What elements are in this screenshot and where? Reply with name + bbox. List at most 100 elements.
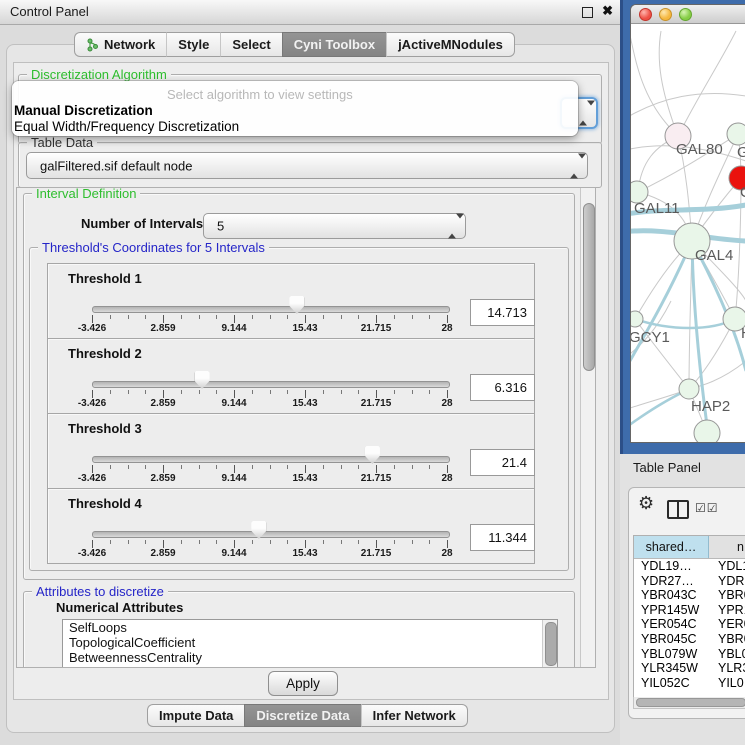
network-canvas[interactable]: GAL80 GA GAL11 GAL4 GCY1 H HAP2 C xyxy=(631,23,745,442)
table-body: YDL19…YDL1YDR27…YDR2YBR043CYBR0YPR145WYP… xyxy=(634,559,745,690)
table-row[interactable]: YIL052CYIL0 xyxy=(634,676,745,691)
close-traffic-light-icon[interactable] xyxy=(639,8,652,21)
number-of-intervals-combobox[interactable]: 5 xyxy=(203,213,466,239)
table-row[interactable]: YDL19…YDL1 xyxy=(634,559,745,574)
network-icon xyxy=(86,38,99,52)
tab-cyni-toolbox[interactable]: Cyni Toolbox xyxy=(282,32,386,57)
threshold-value-field[interactable]: 21.4 xyxy=(470,449,535,476)
table-cell[interactable]: YBL0 xyxy=(709,647,745,662)
tick-mark xyxy=(358,540,359,544)
checkbox-columns-icon[interactable]: ☑☑ xyxy=(695,501,719,515)
tab-discretize-data[interactable]: Discretize Data xyxy=(244,704,360,727)
tab-jactivemnodules[interactable]: jActiveMNodules xyxy=(386,32,515,57)
table-row[interactable]: YBR045CYBR0 xyxy=(634,632,745,647)
table-row[interactable]: YDR27…YDR2 xyxy=(634,574,745,589)
tick-mark xyxy=(447,540,448,548)
vertical-scrollbar[interactable] xyxy=(580,188,595,667)
table-row[interactable]: YPR145WYPR1 xyxy=(634,603,745,618)
slider-track[interactable] xyxy=(92,381,450,388)
table-cell[interactable]: YDL19… xyxy=(634,559,709,574)
algorithm-dropdown-popup: Select algorithm to view settings Manual… xyxy=(12,81,578,136)
table-cell[interactable]: YBR0 xyxy=(709,588,745,603)
tab-network[interactable]: Network xyxy=(74,32,166,57)
tab-label: Impute Data xyxy=(159,708,233,723)
tab-style[interactable]: Style xyxy=(166,32,220,57)
table-cell[interactable]: YPR145W xyxy=(634,603,709,618)
table-cell[interactable]: YIL0 xyxy=(709,676,745,691)
tick-mark xyxy=(145,390,146,394)
table-cell[interactable]: YER054C xyxy=(634,617,709,632)
table-cell[interactable]: YLR3 xyxy=(709,661,745,676)
close-icon[interactable]: ✖ xyxy=(602,3,613,19)
table-cell[interactable]: YBL079W xyxy=(634,647,709,662)
threshold-label: Threshold 1 xyxy=(68,271,142,286)
numerical-attributes-list[interactable]: SelfLoopsTopologicalCoefficientBetweenne… xyxy=(62,619,558,668)
tick-mark xyxy=(376,315,377,323)
threshold-value-field[interactable]: 6.316 xyxy=(470,374,535,401)
table-cell[interactable]: YLR345W xyxy=(634,661,709,676)
network-node[interactable] xyxy=(727,123,745,145)
attribute-list-item[interactable]: TopologicalCoefficient xyxy=(63,635,557,650)
table-panel-title: Table Panel xyxy=(633,460,701,475)
tick-label: 15.43 xyxy=(292,473,317,484)
table-cell[interactable]: YDR27… xyxy=(634,574,709,589)
table-row[interactable]: YBR043CYBR0 xyxy=(634,588,745,603)
tab-label: Cyni Toolbox xyxy=(294,37,375,52)
list-scrollbar[interactable] xyxy=(542,620,557,668)
minimize-traffic-light-icon[interactable] xyxy=(659,8,672,21)
node-label[interactable]: GAL80 xyxy=(676,141,723,158)
threshold-value-field[interactable]: 11.344 xyxy=(470,524,535,551)
table-cell[interactable]: YIL052C xyxy=(634,676,709,691)
slider-track[interactable] xyxy=(92,306,450,313)
tab-impute-data[interactable]: Impute Data xyxy=(147,704,244,727)
horizontal-scrollbar[interactable] xyxy=(633,697,745,709)
tab-infer-network[interactable]: Infer Network xyxy=(361,704,468,727)
node-label[interactable]: HAP2 xyxy=(691,398,730,415)
list-scrollbar-thumb[interactable] xyxy=(545,622,557,666)
tick-label: 2.859 xyxy=(150,473,175,484)
table-cell[interactable]: YPR1 xyxy=(709,603,745,618)
table-cell[interactable]: YBR043C xyxy=(634,588,709,603)
tick-mark xyxy=(92,390,93,398)
split-pane-icon[interactable] xyxy=(667,500,689,519)
tick-mark xyxy=(394,390,395,394)
tab-select[interactable]: Select xyxy=(220,32,281,57)
threshold-value-field[interactable]: 14.713 xyxy=(470,299,535,326)
attribute-list-item[interactable]: SelfLoops xyxy=(63,620,557,635)
slider-track[interactable] xyxy=(92,456,450,463)
network-node[interactable] xyxy=(679,379,699,399)
dropdown-item[interactable]: Manual Discretization xyxy=(14,103,153,118)
table-row[interactable]: YER054CYER0 xyxy=(634,617,745,632)
column-header-shared-name[interactable]: shared… xyxy=(634,536,709,558)
network-node[interactable] xyxy=(694,420,720,442)
group-title: Attributes to discretize xyxy=(32,584,168,599)
tick-mark xyxy=(305,315,306,323)
float-window-icon[interactable] xyxy=(582,7,593,18)
tick-mark xyxy=(412,390,413,394)
table-cell[interactable]: YBR0 xyxy=(709,632,745,647)
table-data-combobox[interactable]: galFiltered.sif default node xyxy=(26,152,588,179)
apply-button[interactable]: Apply xyxy=(268,671,338,696)
vertical-scrollbar-thumb[interactable] xyxy=(583,203,595,371)
slider-track[interactable] xyxy=(92,531,450,538)
table-row[interactable]: YBL079WYBL0 xyxy=(634,647,745,662)
node-label[interactable]: GAL4 xyxy=(695,247,733,264)
network-node[interactable] xyxy=(631,311,643,327)
column-header-name[interactable]: n xyxy=(709,536,745,558)
horizontal-scrollbar-thumb[interactable] xyxy=(636,698,745,707)
table-cell[interactable]: YDL1 xyxy=(709,559,745,574)
node-label[interactable]: C xyxy=(740,184,745,201)
node-label[interactable]: GCY1 xyxy=(631,329,670,346)
table-cell[interactable]: YBR045C xyxy=(634,632,709,647)
dropdown-item[interactable]: Equal Width/Frequency Discretization xyxy=(14,119,239,134)
table-cell[interactable]: YDR2 xyxy=(709,574,745,589)
zoom-traffic-light-icon[interactable] xyxy=(679,8,692,21)
node-label[interactable]: GA xyxy=(737,144,745,161)
node-label[interactable]: GAL11 xyxy=(634,200,680,217)
tick-mark xyxy=(341,465,342,469)
node-label[interactable]: H xyxy=(741,325,745,342)
table-cell[interactable]: YER0 xyxy=(709,617,745,632)
gear-icon[interactable]: ⚙ xyxy=(638,493,654,514)
attribute-list-item[interactable]: BetweennessCentrality xyxy=(63,650,557,665)
table-row[interactable]: YLR345WYLR3 xyxy=(634,661,745,676)
